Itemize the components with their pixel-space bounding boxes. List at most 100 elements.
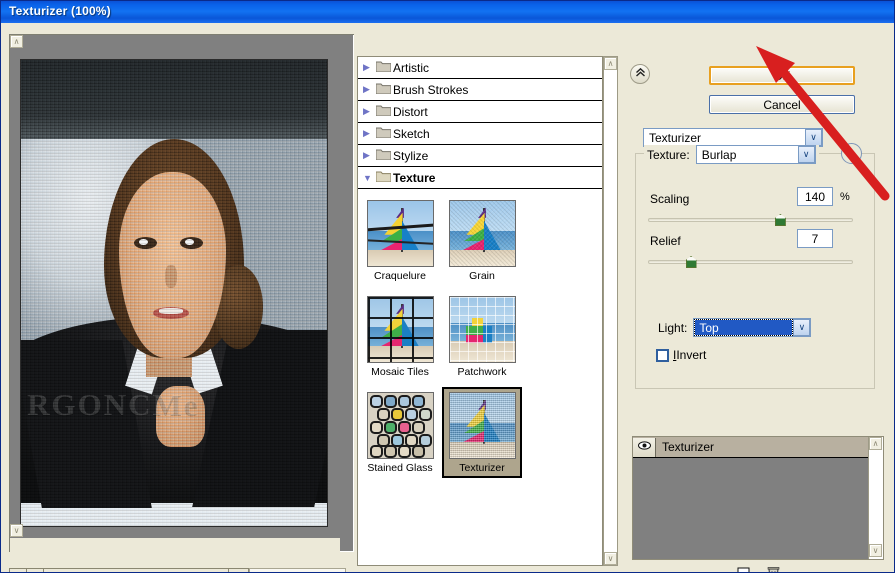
category-label: Sketch: [393, 126, 430, 141]
category-distort[interactable]: ▶ Distort: [358, 101, 602, 123]
effect-layers-panel[interactable]: Texturizer ∧ ∨: [632, 436, 884, 560]
layers-scroll-up-button[interactable]: ∧: [869, 437, 882, 450]
category-label: Distort: [393, 104, 428, 119]
zoom-toolbar: – + 100 % ▶: [9, 568, 249, 572]
filter-thumb-mosaic-tiles[interactable]: Mosaic Tiles: [360, 291, 440, 382]
preview-play-button[interactable]: ▶: [228, 569, 248, 572]
invert-checkbox-row[interactable]: IInvert: [656, 348, 706, 362]
preview-scroll-down-button[interactable]: ∨: [10, 524, 23, 537]
light-select-value: Top: [694, 319, 794, 336]
chevron-down-icon: ▼: [363, 172, 372, 183]
category-label: Artistic: [393, 60, 429, 75]
thumbnail-preview: [366, 200, 434, 267]
filter-browser[interactable]: ▶ Artistic ▶ Brush Strokes ▶ Distort ▶ S…: [357, 56, 603, 566]
scaling-label: Scaling: [650, 192, 690, 206]
texture-settings-group: Texture: Burlap ∨ Scaling 140 % Relief 7…: [635, 143, 875, 389]
invert-checkbox[interactable]: [656, 348, 669, 362]
delete-effect-layer-button[interactable]: [766, 566, 780, 572]
thumbnail-label: Mosaic Tiles: [371, 366, 429, 378]
thumbnail-preview: [448, 392, 516, 459]
window-title: Texturizer (100%): [9, 4, 111, 18]
folder-icon: [375, 103, 393, 121]
filter-thumb-craquelure[interactable]: Craquelure: [360, 195, 440, 286]
category-stylize[interactable]: ▶ Stylize: [358, 145, 602, 167]
chevron-right-icon: ▶: [363, 106, 370, 116]
category-artistic[interactable]: ▶ Artistic: [358, 57, 602, 79]
folder-open-icon: [375, 169, 393, 187]
browser-vertical-scrollbar[interactable]: ∧ ∨: [603, 56, 618, 566]
layer-name: Texturizer: [662, 440, 715, 454]
category-texture[interactable]: ▼ Texture: [358, 167, 602, 189]
texture-row: Texture: Burlap ∨: [644, 145, 819, 164]
scroll-right-icon[interactable]: ▶: [330, 569, 345, 572]
layers-vertical-scrollbar[interactable]: ∧ ∨: [868, 437, 883, 559]
filter-thumb-patchwork[interactable]: Patchwork: [442, 291, 522, 382]
preview-horizontal-scrollbar-area: [10, 538, 340, 553]
category-brush-strokes[interactable]: ▶ Brush Strokes: [358, 79, 602, 101]
chevron-up-icon: ∧: [872, 438, 879, 448]
relief-label: Relief: [650, 234, 681, 248]
category-sketch[interactable]: ▶ Sketch: [358, 123, 602, 145]
layer-toolbar: [632, 563, 884, 572]
scaling-value-field[interactable]: 140: [797, 187, 833, 206]
thumbnail-preview: [366, 392, 434, 459]
cancel-button[interactable]: Cancel: [709, 95, 855, 114]
texture-options-button[interactable]: [841, 143, 862, 164]
browser-scroll-up-button[interactable]: ∧: [604, 57, 617, 70]
thumbnail-label: Craquelure: [374, 270, 426, 282]
filter-thumb-grain[interactable]: Grain: [442, 195, 522, 286]
relief-value-field[interactable]: 7: [797, 229, 833, 248]
chevron-right-icon: ▶: [363, 62, 370, 72]
chevron-up-icon: ∧: [607, 58, 614, 68]
filter-thumbnail-grid: Craquelure Grain Mosaic Tiles Patchwork …: [358, 189, 602, 483]
chevron-down-icon: ∨: [13, 525, 20, 535]
light-label: Light:: [658, 320, 688, 335]
texturizer-dialog: Texturizer (100%) RGONCMe ∧ ∨ ▶ Artistic…: [0, 0, 895, 573]
thumbnail-label: Stained Glass: [367, 462, 433, 474]
double-chevron-up-icon: [635, 67, 646, 81]
layer-visibility-toggle[interactable]: [633, 437, 656, 457]
category-label: Texture: [393, 170, 436, 185]
chevron-down-icon[interactable]: ∨: [797, 146, 815, 163]
relief-slider[interactable]: [648, 256, 853, 268]
chevron-down-icon[interactable]: ∨: [793, 319, 811, 336]
preview-pane: RGONCMe ∧ ∨: [9, 34, 354, 553]
folder-icon: [375, 125, 393, 143]
light-select[interactable]: Top ∨: [693, 318, 812, 337]
ok-button[interactable]: OK: [709, 66, 855, 85]
chevron-right-icon: ▶: [363, 84, 370, 94]
chevron-right-icon: ▶: [363, 128, 370, 138]
preview-horizontal-scrollbar[interactable]: ◀ ▶: [249, 568, 346, 572]
thumbnail-preview: [448, 296, 516, 363]
scaling-slider[interactable]: [648, 214, 853, 226]
texture-label: Texture:: [647, 147, 690, 162]
invert-label: IInvert: [673, 348, 707, 362]
zoom-in-button[interactable]: +: [27, 569, 44, 572]
scaling-slider-thumb[interactable]: [774, 214, 786, 226]
preview-canvas[interactable]: RGONCMe: [10, 35, 340, 538]
scroll-left-icon[interactable]: ◀: [250, 569, 265, 572]
dialog-client: RGONCMe ∧ ∨ – + 100 % ▶: [1, 23, 894, 572]
chevron-right-icon: ▶: [363, 150, 370, 160]
filter-thumb-texturizer[interactable]: Texturizer: [442, 387, 522, 478]
browser-scroll-down-button[interactable]: ∨: [604, 552, 617, 565]
thumbnail-label: Texturizer: [459, 462, 505, 474]
texture-select[interactable]: Burlap ∨: [695, 145, 816, 164]
category-label: Stylize: [393, 148, 429, 163]
new-effect-layer-button[interactable]: [736, 566, 750, 572]
collapse-panel-button[interactable]: [630, 64, 650, 84]
relief-slider-thumb[interactable]: [685, 256, 697, 268]
image-watermark: RGONCMe: [27, 386, 200, 422]
layer-row[interactable]: Texturizer: [633, 437, 883, 458]
filter-thumb-stained-glass[interactable]: Stained Glass: [360, 387, 440, 478]
eye-icon: [637, 441, 651, 453]
chevron-down-icon[interactable]: ∨: [805, 129, 822, 146]
preview-scroll-up-button[interactable]: ∧: [10, 35, 23, 48]
chevron-down-icon: ∨: [872, 545, 879, 555]
folder-icon: [375, 81, 393, 99]
zoom-out-button[interactable]: –: [10, 569, 27, 572]
thumbnail-preview: [366, 296, 434, 363]
folder-icon: [375, 147, 393, 165]
chevron-up-icon: ∧: [13, 36, 20, 46]
layers-scroll-down-button[interactable]: ∨: [869, 544, 882, 557]
